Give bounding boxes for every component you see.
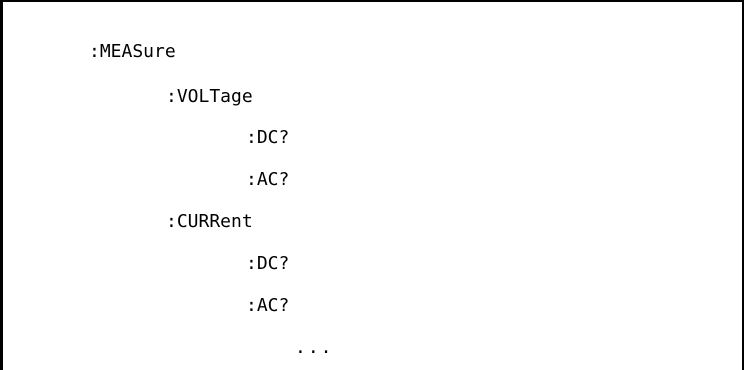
current-ac-query: :AC? (246, 295, 290, 316)
root-command: :MEASure (89, 41, 176, 62)
continuation-ellipsis: ... (295, 337, 334, 358)
voltage-dc-query: :DC? (246, 127, 290, 148)
voltage-subsystem: :VOLTage (166, 86, 253, 107)
current-subsystem: :CURRent (166, 211, 253, 232)
command-tree: :MEASure :VOLTage :DC? :AC? :CURRent :DC… (3, 2, 742, 370)
voltage-ac-query: :AC? (246, 169, 290, 190)
command-tree-box: :MEASure :VOLTage :DC? :AC? :CURRent :DC… (0, 0, 744, 370)
current-dc-query: :DC? (246, 253, 290, 274)
